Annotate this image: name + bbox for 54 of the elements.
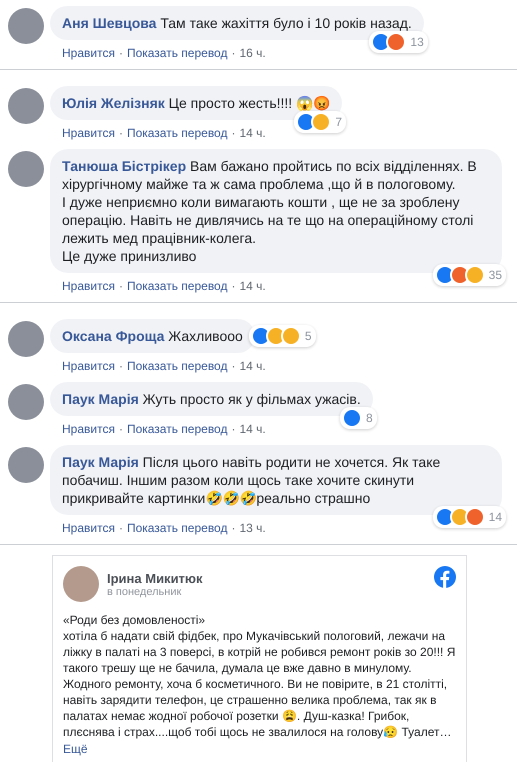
comment-text: Оксана Фроща Жахливооо <box>62 327 243 345</box>
avatar[interactable] <box>8 447 44 483</box>
post-title: «Роди без домовленості» <box>63 612 206 628</box>
comment-text: Паук Марія Жуть просто як у фільмах ужасів. <box>62 390 361 408</box>
separator-dot: · <box>231 358 236 374</box>
avatar[interactable] <box>8 321 44 357</box>
comment-text: Юлія Желізняк Це просто жесть!!!! 😱😡 <box>62 94 330 112</box>
separator-dot: · <box>231 278 236 294</box>
separator-dot: · <box>118 125 123 141</box>
comment-time: 16 ч. <box>239 45 266 61</box>
care-reaction-icon <box>280 326 301 346</box>
comment-time: 14 ч. <box>239 421 266 437</box>
separator-dot: · <box>231 125 236 141</box>
facebook-logo-icon[interactable] <box>434 566 456 588</box>
comment-action-link[interactable]: Нравится <box>62 358 115 374</box>
comment-action-link[interactable]: Показать перевод <box>126 358 228 374</box>
comment-time: 14 ч. <box>239 125 266 141</box>
comment-action-link[interactable]: Показать перевод <box>126 421 228 437</box>
comment-text: Аня Шевцова Там таке жахіття було і 10 років назад. <box>62 14 412 32</box>
wow-reaction-icon <box>311 112 332 132</box>
comment-text: Паук Марія Після цього навіть родити не хочется. Як таке побачиш. Іншим разом коли щось таке хочите скинути прикривайте картинки🤣🤣🤣реально страшно <box>62 453 442 507</box>
avatar[interactable] <box>8 151 44 187</box>
comment-action-link[interactable]: Нравится <box>62 520 115 536</box>
post-text: хотіла б надати свій фідбек, про Мукачівський пологовий, лежачи на ліжку в палаті на 3 поверсі, в котрій не робився ремонт років зо 20!!! Я такого трешу ще не бачила, думала це вже давно в минулому. Жодного ремонту, хоча б косметичного. Ви не повірите, в 21 столітті, навіть зарядити телефон, це страшенно велика проблема, так як в палатах немає жодної робочої розетки 😩. Душ-казка! Грибок, плєснява і страх....щоб тобі щось не звалилося на голову😥 Туалет… <box>63 628 456 740</box>
angry-reaction-icon <box>464 507 485 527</box>
comment-action-link[interactable]: Показать перевод <box>126 45 228 61</box>
comment-action-link[interactable]: Нравится <box>62 125 115 141</box>
avatar[interactable] <box>8 384 44 420</box>
comment-time: 14 ч. <box>239 358 266 374</box>
comment-time: 14 ч. <box>239 278 266 294</box>
separator-dot: · <box>118 45 123 61</box>
comment-action-link[interactable]: Нравится <box>62 278 115 294</box>
separator-dot: · <box>118 421 123 437</box>
separator-dot: · <box>118 278 123 294</box>
angry-reaction-icon <box>386 32 406 52</box>
separator-dot: · <box>118 520 123 536</box>
avatar[interactable] <box>8 8 44 44</box>
avatar[interactable] <box>63 566 99 602</box>
separator-dot: · <box>231 421 236 437</box>
comment-action-link[interactable]: Показать перевод <box>126 520 228 536</box>
comment-action-link[interactable]: Показать перевод <box>126 278 228 294</box>
see-more-link[interactable]: Ещё <box>63 742 88 756</box>
separator-dot: · <box>231 45 236 61</box>
comment-action-link[interactable]: Показать перевод <box>126 125 228 141</box>
comment-time: 13 ч. <box>239 520 266 536</box>
avatar[interactable] <box>8 88 44 124</box>
post-author[interactable]: Ірина Микитюк <box>107 570 426 586</box>
like-reaction-icon <box>342 408 362 428</box>
comment-action-link[interactable]: Нравится <box>62 45 115 61</box>
comment-text: Танюша Бістрікер Вам бажано пройтись по всіх відділеннях. В хірургічному майже та ж сама проблема ,що й в пологовому. І дуже неприємно коли вимагають кошти , ще не за зроблену операцію. Навіть не дивлячись на те що на операційному столі лежить мед працівник-колега. Це дуже принизливо <box>62 157 478 265</box>
sad-reaction-icon <box>464 265 485 285</box>
separator-dot: · <box>231 520 236 536</box>
comment-action-link[interactable]: Нравится <box>62 421 115 437</box>
separator-dot: · <box>118 358 123 374</box>
